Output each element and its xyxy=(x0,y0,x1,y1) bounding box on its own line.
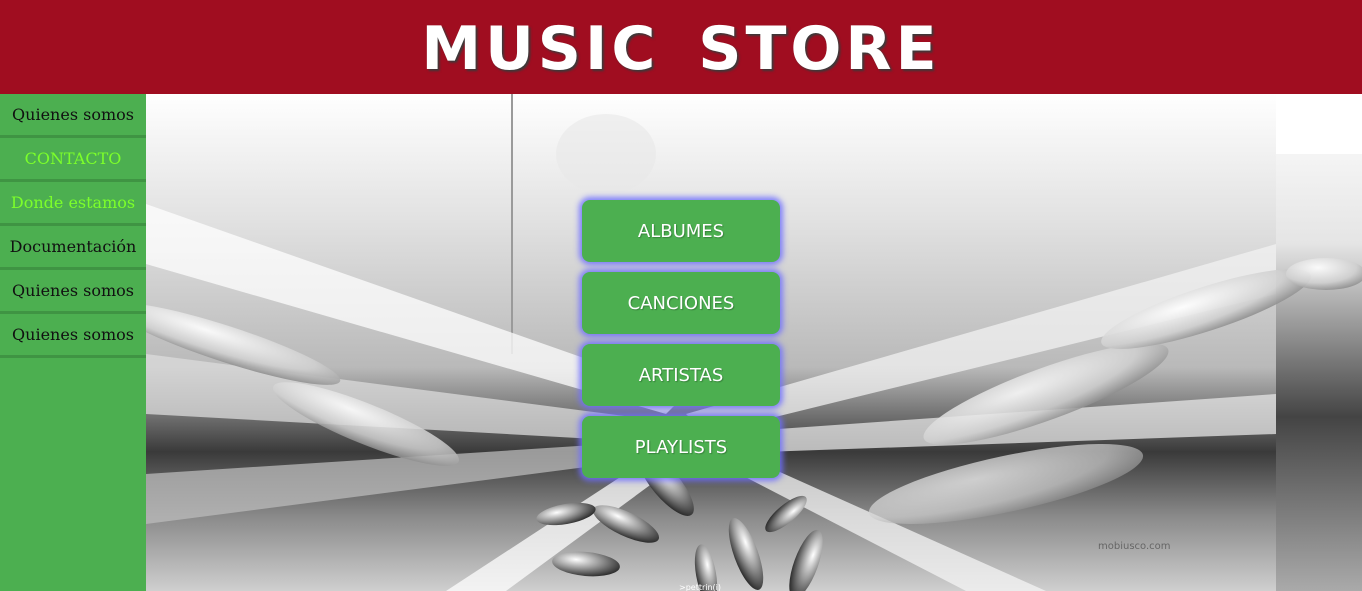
sidebar-item-donde-estamos[interactable]: Donde estamos xyxy=(0,182,146,226)
main-menu: ALBUMES CANCIONES ARTISTAS PLAYLISTS xyxy=(582,200,780,488)
sidebar-item-quienes-somos[interactable]: Quienes somos xyxy=(0,94,146,138)
sidebar-nav: Quienes somos CONTACTO Donde estamos Doc… xyxy=(0,94,146,591)
watermark-text: mobiusco.com xyxy=(1098,541,1171,552)
playlists-button[interactable]: PLAYLISTS xyxy=(582,416,780,478)
sidebar-item-quienes-somos-3[interactable]: Quienes somos xyxy=(0,314,146,358)
site-title: MUSIC STORE xyxy=(421,14,941,84)
canciones-button[interactable]: CANCIONES xyxy=(582,272,780,334)
signature-text: >pettrin(i) xyxy=(679,583,721,591)
artistas-button[interactable]: ARTISTAS xyxy=(582,344,780,406)
albumes-button[interactable]: ALBUMES xyxy=(582,200,780,262)
site-header: MUSIC STORE xyxy=(0,0,1362,94)
sidebar-item-quienes-somos-2[interactable]: Quienes somos xyxy=(0,270,146,314)
sidebar-item-contacto[interactable]: CONTACTO xyxy=(0,138,146,182)
sidebar-item-documentacion[interactable]: Documentación xyxy=(0,226,146,270)
